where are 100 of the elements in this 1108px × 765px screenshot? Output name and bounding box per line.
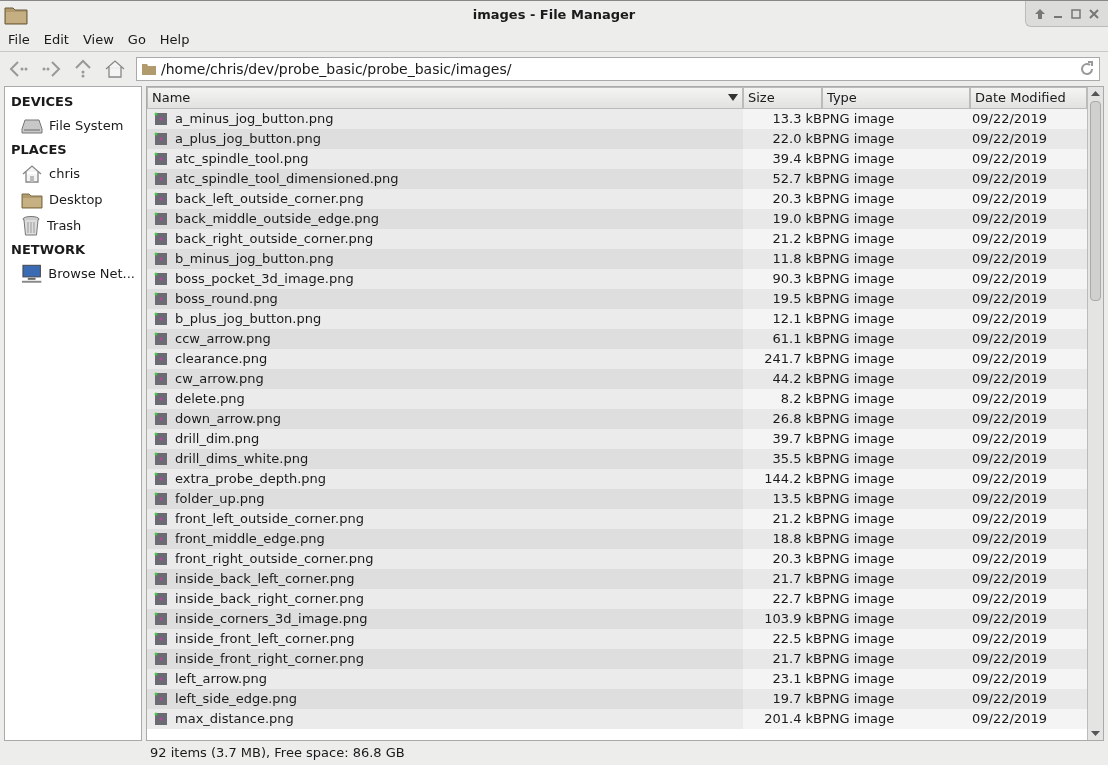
- table-cell-text: 09/22/2019: [971, 590, 1048, 609]
- table-cell-text: PNG image: [822, 190, 896, 209]
- image-thumbnail-icon: [153, 411, 169, 427]
- back-arrow-icon[interactable]: [8, 59, 30, 79]
- file-name[interactable]: folder_up.png: [175, 489, 265, 509]
- file-name[interactable]: delete.png: [175, 389, 245, 409]
- sidebar-item[interactable]: File System: [11, 113, 135, 139]
- file-name[interactable]: down_arrow.png: [175, 409, 281, 429]
- table-cell-text: PNG image: [822, 430, 896, 449]
- reload-icon[interactable]: [1079, 61, 1095, 77]
- table-cell-text: PNG image: [822, 510, 896, 529]
- table-cell-text: 11.8 kB: [771, 250, 822, 269]
- file-name[interactable]: max_distance.png: [175, 709, 294, 729]
- menu-item[interactable]: View: [82, 29, 114, 50]
- image-thumbnail-icon: [153, 671, 169, 687]
- status-text: 92 items (3.7 MB), Free space: 86.8 GB: [150, 744, 405, 763]
- shade-up-icon[interactable]: [1034, 7, 1046, 20]
- table-cell-text: 21.2 kB: [771, 230, 822, 249]
- table-cell-text: 39.7 kB: [771, 430, 822, 449]
- table-cell-text: 09/22/2019: [971, 170, 1048, 189]
- table-cell-text: 09/22/2019: [971, 290, 1048, 309]
- table-cell-text: 35.5 kB: [771, 450, 822, 469]
- image-thumbnail-icon: [153, 431, 169, 447]
- table-cell-text: PNG image: [822, 550, 896, 569]
- image-thumbnail-icon: [153, 451, 169, 467]
- table-cell-text: 09/22/2019: [971, 410, 1048, 429]
- image-thumbnail-icon: [153, 331, 169, 347]
- sidebar-heading: DEVICES: [11, 93, 75, 112]
- table-cell-text: 241.7 kB: [763, 350, 822, 369]
- sidebar-heading: NETWORK: [11, 241, 87, 260]
- table-cell-text: 23.1 kB: [771, 670, 822, 689]
- table-cell-text: PNG image: [822, 690, 896, 709]
- menu-item[interactable]: Help: [159, 29, 190, 50]
- table-cell-text: PNG image: [822, 410, 896, 429]
- table-cell-text: PNG image: [822, 670, 896, 689]
- menu-item[interactable]: Go: [127, 29, 146, 50]
- table-cell-text: 09/22/2019: [971, 390, 1048, 409]
- scrollbar[interactable]: [1087, 87, 1103, 740]
- image-thumbnail-icon: [153, 711, 169, 727]
- table-cell-text: PNG image: [822, 130, 896, 149]
- table-cell-text: 09/22/2019: [971, 510, 1048, 529]
- table-cell-text: PNG image: [822, 310, 896, 329]
- image-thumbnail-icon: [153, 471, 169, 487]
- sidebar-item[interactable]: Browse Net...: [11, 261, 135, 287]
- table-cell-text: 09/22/2019: [971, 430, 1048, 449]
- image-thumbnail-icon: [153, 271, 169, 287]
- table-cell-text: 09/22/2019: [971, 550, 1048, 569]
- table-cell-text: 22.5 kB: [771, 630, 822, 649]
- table-cell-text: 09/22/2019: [971, 330, 1048, 349]
- file-name[interactable]: ccw_arrow.png: [175, 329, 271, 349]
- forward-arrow-icon[interactable]: [40, 59, 62, 79]
- sidebar-item[interactable]: chris: [11, 161, 135, 187]
- column-header[interactable]: Date Modified: [970, 87, 1087, 109]
- table-cell-text: 09/22/2019: [971, 210, 1048, 229]
- file-name[interactable]: left_arrow.png: [175, 669, 267, 689]
- table-cell-text: PNG image: [822, 630, 896, 649]
- file-name[interactable]: drill_dim.png: [175, 429, 260, 449]
- menu-item[interactable]: File: [8, 29, 30, 50]
- window-title: images - File Manager: [472, 5, 636, 24]
- file-name[interactable]: boss_round.png: [175, 289, 278, 309]
- file-name[interactable]: cw_arrow.png: [175, 369, 264, 389]
- sidebar-item[interactable]: Desktop: [11, 187, 135, 213]
- image-thumbnail-icon: [153, 371, 169, 387]
- table-cell-text: PNG image: [822, 710, 896, 729]
- image-thumbnail-icon: [153, 291, 169, 307]
- column-header[interactable]: Name: [147, 87, 743, 109]
- image-thumbnail-icon: [153, 251, 169, 267]
- table-cell-text: PNG image: [822, 570, 896, 589]
- scrollbar-thumb[interactable]: [1090, 101, 1101, 301]
- table-cell-text: 21.2 kB: [771, 510, 822, 529]
- table-cell-text: 21.7 kB: [771, 650, 822, 669]
- table-cell-text: 09/22/2019: [971, 190, 1048, 209]
- table-cell-text: 09/22/2019: [971, 490, 1048, 509]
- image-thumbnail-icon: [153, 351, 169, 367]
- home-icon: [21, 164, 43, 184]
- table-cell-text: PNG image: [822, 490, 896, 509]
- file-name[interactable]: clearance.png: [175, 349, 268, 369]
- table-cell-text: 09/22/2019: [971, 650, 1048, 669]
- image-thumbnail-icon: [153, 491, 169, 507]
- table-cell-text: 09/22/2019: [971, 670, 1048, 689]
- table-cell-text: PNG image: [822, 470, 896, 489]
- table-cell-text: PNG image: [822, 150, 896, 169]
- location-field[interactable]: /home/chris/dev/probe_basic/probe_basic/images/: [136, 57, 1100, 81]
- menu-item[interactable]: Edit: [43, 29, 69, 50]
- trash-icon: [21, 215, 41, 237]
- image-thumbnail-icon: [153, 631, 169, 647]
- table-cell-text: 44.2 kB: [771, 370, 822, 389]
- column-header[interactable]: Type: [822, 87, 970, 109]
- folder-icon: [21, 191, 43, 209]
- table-cell-text: 21.7 kB: [771, 570, 822, 589]
- sidebar-item[interactable]: Trash: [11, 213, 135, 239]
- close-icon[interactable]: [1088, 7, 1100, 20]
- home-icon[interactable]: [104, 59, 126, 79]
- network-computer-icon: [21, 264, 43, 284]
- table-cell-text: 201.4 kB: [763, 710, 822, 729]
- table-cell-text: 20.3 kB: [771, 550, 822, 569]
- table-cell-text: PNG image: [822, 650, 896, 669]
- maximize-icon[interactable]: [1070, 7, 1082, 20]
- drive-icon: [21, 118, 43, 134]
- column-header[interactable]: Size: [743, 87, 822, 109]
